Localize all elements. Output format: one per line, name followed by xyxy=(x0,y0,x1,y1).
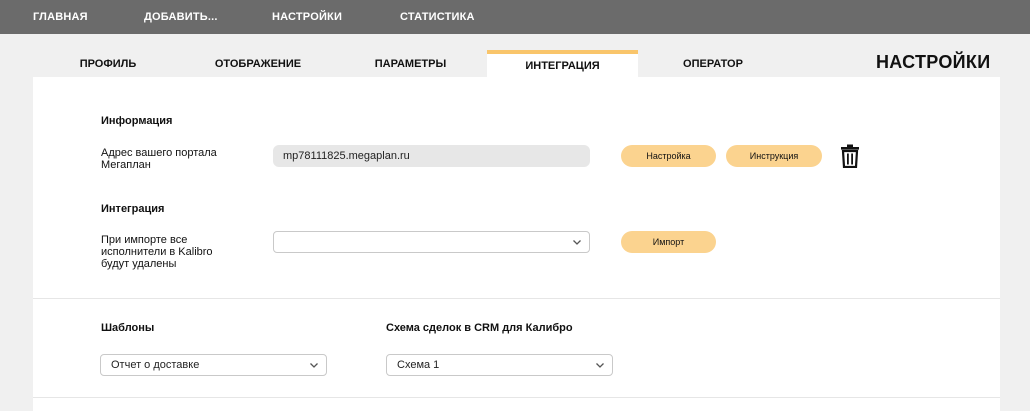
portal-address-label-line2: Мегаплан xyxy=(101,159,151,171)
nav-statistics[interactable]: СТАТИСТИКА xyxy=(400,11,475,23)
import-button[interactable]: Импорт xyxy=(621,231,716,253)
tab-profile[interactable]: ПРОФИЛЬ xyxy=(53,50,163,77)
section-divider xyxy=(33,397,1000,398)
templates-select-value: Отчет о доставке xyxy=(111,359,200,371)
chevron-down-icon xyxy=(596,363,604,368)
instruction-button[interactable]: Инструкция xyxy=(726,145,822,167)
tab-parameters[interactable]: ПАРАМЕТРЫ xyxy=(353,50,468,77)
setup-button[interactable]: Настройка xyxy=(621,145,716,167)
top-navigation: ГЛАВНАЯ ДОБАВИТЬ... НАСТРОЙКИ СТАТИСТИКА xyxy=(0,0,1030,34)
crm-scheme-title: Схема сделок в CRM для Калибро xyxy=(386,322,573,334)
tab-operator[interactable]: ОПЕРАТОР xyxy=(663,50,763,77)
chevron-down-icon xyxy=(573,240,581,245)
import-warning-line3: будут удалены xyxy=(101,258,177,270)
settings-panel: Информация Адрес вашего портала Мегаплан… xyxy=(33,77,1000,411)
crm-scheme-select[interactable]: Схема 1 xyxy=(386,354,613,376)
nav-settings[interactable]: НАСТРОЙКИ xyxy=(272,11,342,23)
info-section-title: Информация xyxy=(101,115,173,127)
nav-add[interactable]: ДОБАВИТЬ... xyxy=(144,11,218,23)
templates-title: Шаблоны xyxy=(101,322,155,334)
import-warning-line1: При импорте все xyxy=(101,234,188,246)
tab-display[interactable]: ОТОБРАЖЕНИЕ xyxy=(193,50,323,77)
portal-address-label-line1: Адрес вашего портала xyxy=(101,147,217,159)
page-title: НАСТРОЙКИ xyxy=(876,52,991,72)
import-warning-line2: исполнители в Kalibro xyxy=(101,246,213,258)
chevron-down-icon xyxy=(310,363,318,368)
tab-integration[interactable]: ИНТЕГРАЦИЯ xyxy=(487,50,638,77)
trash-icon[interactable] xyxy=(840,144,860,168)
nav-home[interactable]: ГЛАВНАЯ xyxy=(33,11,88,23)
portal-address-label: Адрес вашего портала Мегаплан xyxy=(101,147,217,171)
templates-select[interactable]: Отчет о доставке xyxy=(100,354,327,376)
section-divider xyxy=(33,298,1000,299)
import-warning-label: При импорте все исполнители в Kalibro бу… xyxy=(101,234,213,270)
crm-scheme-select-value: Схема 1 xyxy=(397,359,440,371)
integration-section-title: Интеграция xyxy=(101,203,165,215)
integration-select[interactable] xyxy=(273,231,590,253)
settings-tabs: ПРОФИЛЬ ОТОБРАЖЕНИЕ ПАРАМЕТРЫ ИНТЕГРАЦИЯ… xyxy=(33,50,1000,77)
portal-address-field[interactable]: mp78111825.megaplan.ru xyxy=(273,145,590,167)
